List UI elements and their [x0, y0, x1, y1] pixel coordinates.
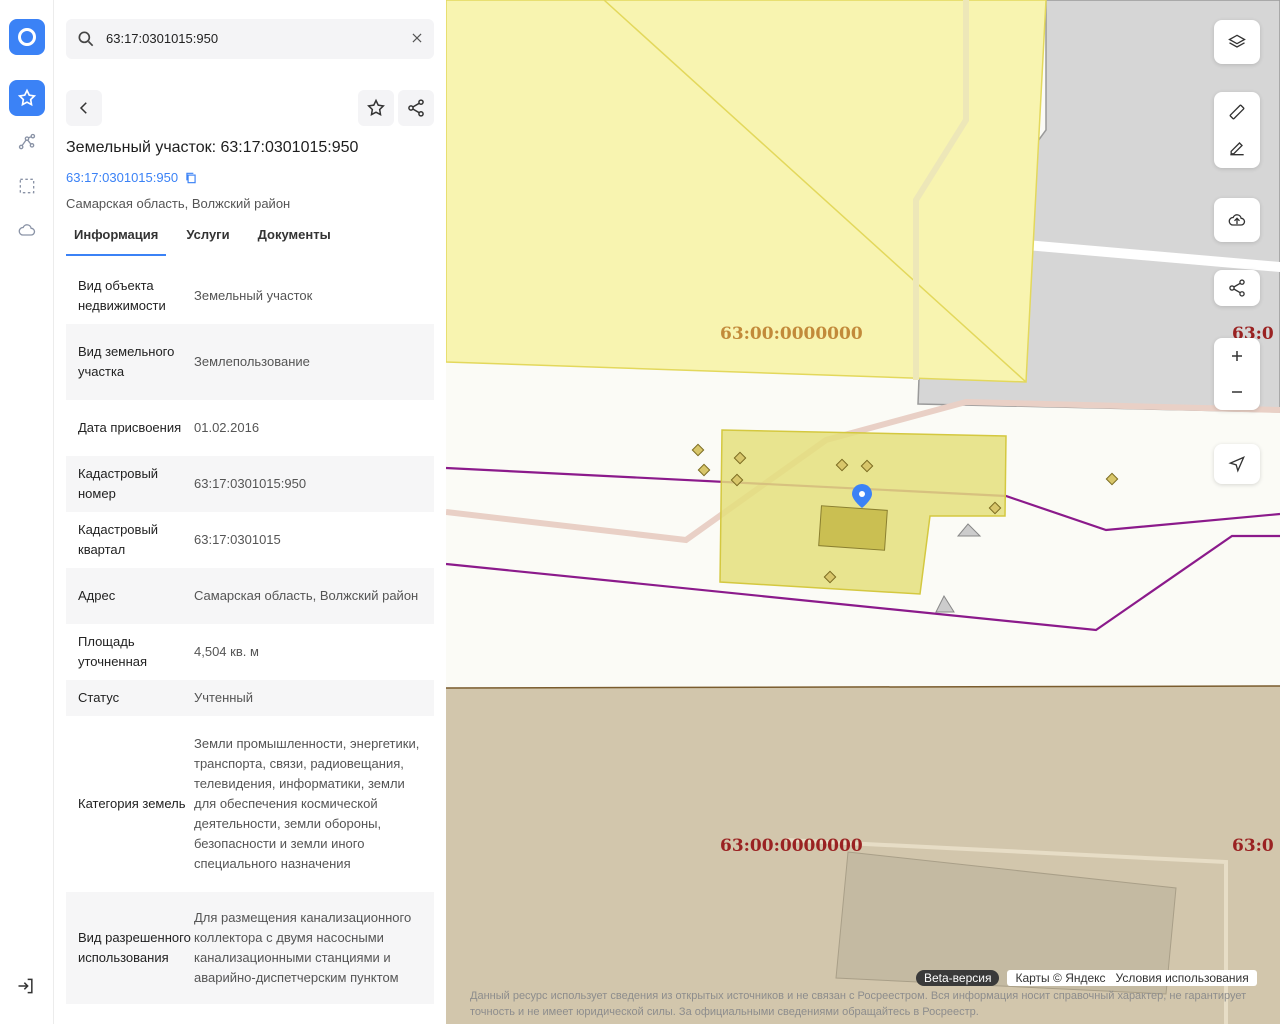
star-icon — [367, 98, 385, 116]
graph-icon — [18, 133, 36, 150]
terms-link[interactable]: Условия использования — [1116, 971, 1249, 985]
zoom-out-button[interactable] — [1214, 374, 1260, 410]
page-title: Земельный участок: 63:17:0301015:950 — [66, 139, 359, 156]
row-value: 01.02.2016 — [194, 420, 260, 435]
table-row: Вид разрешенного использования Для размещ… — [66, 892, 434, 1004]
row-value: Учтенный — [194, 690, 254, 705]
row-key: Категория земель — [78, 796, 186, 811]
region-text: Самарская область, Волжский район — [66, 196, 291, 211]
tab-info[interactable]: Информация — [66, 222, 167, 256]
table-row: Вид объекта недвижимости Земельный участо… — [66, 268, 434, 324]
map-canvas[interactable]: 63:00:0000000 63:0 63:00:0000000 63:0 Be… — [446, 0, 1280, 1024]
share-icon — [1229, 279, 1245, 297]
row-key: Адрес — [78, 588, 116, 603]
cloud-upload-icon — [1228, 214, 1246, 226]
locate-button[interactable] — [1214, 446, 1260, 482]
cloud-icon — [18, 224, 36, 236]
row-value: Самарская область, Волжский район — [194, 588, 419, 603]
quarter-label: 63:00:0000000 — [720, 324, 863, 344]
left-rail — [0, 0, 54, 1024]
table-row: Площадь уточненная 4,504 кв. м — [66, 624, 434, 680]
select-area-nav-button[interactable] — [9, 168, 45, 204]
tab-documents[interactable]: Документы — [250, 222, 339, 256]
attribution: Карты © Яндекс Условия использования — [1007, 970, 1257, 986]
logout-icon[interactable] — [16, 976, 36, 996]
locate-control — [1214, 444, 1260, 484]
edit-icon — [1230, 142, 1244, 156]
share-control — [1214, 270, 1260, 306]
zoom-controls — [1214, 338, 1260, 410]
disclaimer-text: Данный ресурс использует сведения из отк… — [470, 990, 1247, 1018]
table-row: Кадастровый номер 63:17:0301015:950 — [66, 456, 434, 512]
table-row: Вид земельного участка Землепользование — [66, 324, 434, 400]
property-table: Вид объекта недвижимости Земельный участо… — [66, 268, 434, 1004]
search-input[interactable]: 63:17:0301015:950 — [106, 31, 218, 46]
draw-controls — [1214, 92, 1260, 168]
row-key: Кадастровый квартал — [78, 522, 159, 557]
upload-button[interactable] — [1214, 202, 1260, 238]
quarter-label: 63:0 — [1232, 836, 1274, 856]
search-icon — [78, 31, 94, 47]
table-row: Категория земель Земли промышленности, эн… — [66, 716, 434, 892]
row-value: Земли промышленности, энергетики, трансп… — [194, 736, 420, 871]
row-value: Земельный участок — [194, 288, 313, 303]
star-icon — [17, 88, 37, 107]
cadastral-number-text[interactable]: 63:17:0301015:950 — [66, 170, 178, 185]
cloud-nav-button[interactable] — [9, 212, 45, 248]
row-key: Вид разрешенного использования — [78, 930, 191, 965]
row-key: Дата присвоения — [78, 420, 182, 435]
row-key: Площадь уточненная — [78, 634, 148, 669]
table-row: Дата присвоения 01.02.2016 — [66, 400, 434, 456]
minus-icon — [1232, 391, 1242, 393]
back-button[interactable] — [66, 90, 102, 126]
layers-icon — [1228, 34, 1246, 48]
beta-badge: Beta-версия — [916, 970, 1000, 986]
navigation-arrow-icon — [1228, 456, 1245, 473]
close-icon[interactable] — [410, 31, 424, 45]
upload-control — [1214, 198, 1260, 242]
dashed-square-icon — [19, 178, 35, 194]
share-icon — [408, 99, 424, 117]
table-row: Кадастровый квартал 63:17:0301015 — [66, 512, 434, 568]
zoom-in-button[interactable] — [1214, 338, 1260, 374]
row-value: 4,504 кв. м — [194, 644, 259, 659]
layers-button[interactable] — [1214, 24, 1260, 60]
row-key: Вид земельного участка — [78, 344, 175, 379]
ruler-button[interactable] — [1214, 94, 1260, 130]
layers-control — [1214, 20, 1260, 64]
row-key: Вид объекта недвижимости — [78, 278, 166, 313]
chevron-left-icon — [79, 102, 87, 114]
quarter-label: 63:00:0000000 — [720, 836, 863, 856]
favorites-nav-button[interactable] — [9, 80, 45, 116]
map-layer — [446, 0, 1280, 1024]
share-button[interactable] — [398, 90, 434, 126]
edit-button[interactable] — [1214, 130, 1260, 166]
cadastral-number-link[interactable]: 63:17:0301015:950 — [66, 170, 198, 185]
row-key: Статус — [78, 690, 120, 705]
copy-icon[interactable] — [184, 171, 198, 185]
plus-icon — [1232, 351, 1242, 361]
search-box[interactable]: 63:17:0301015:950 — [66, 19, 434, 59]
route-nav-button[interactable] — [9, 124, 45, 160]
tab-bar: Информация Услуги Документы — [66, 222, 434, 256]
row-value: Землепользование — [194, 354, 310, 369]
row-key: Кадастровый номер — [78, 466, 159, 501]
favorite-button[interactable] — [358, 90, 394, 126]
row-value: Для размещения канализационного коллекто… — [194, 910, 412, 985]
row-value: 63:17:0301015:950 — [194, 476, 307, 491]
ruler-icon — [1229, 104, 1245, 120]
yandex-attribution[interactable]: Карты © Яндекс — [1015, 971, 1105, 985]
table-row: Статус Учтенный — [66, 680, 434, 716]
tab-services[interactable]: Услуги — [178, 222, 237, 256]
map-share-button[interactable] — [1214, 270, 1260, 306]
map-badges: Beta-версия Карты © Яндекс Условия испол… — [916, 970, 1257, 986]
app-logo-icon[interactable] — [9, 19, 45, 55]
table-row: Адрес Самарская область, Волжский район — [66, 568, 434, 624]
row-value: 63:17:0301015 — [194, 532, 281, 547]
info-panel: 63:17:0301015:950 Земельный участок: 63:… — [54, 0, 446, 1024]
